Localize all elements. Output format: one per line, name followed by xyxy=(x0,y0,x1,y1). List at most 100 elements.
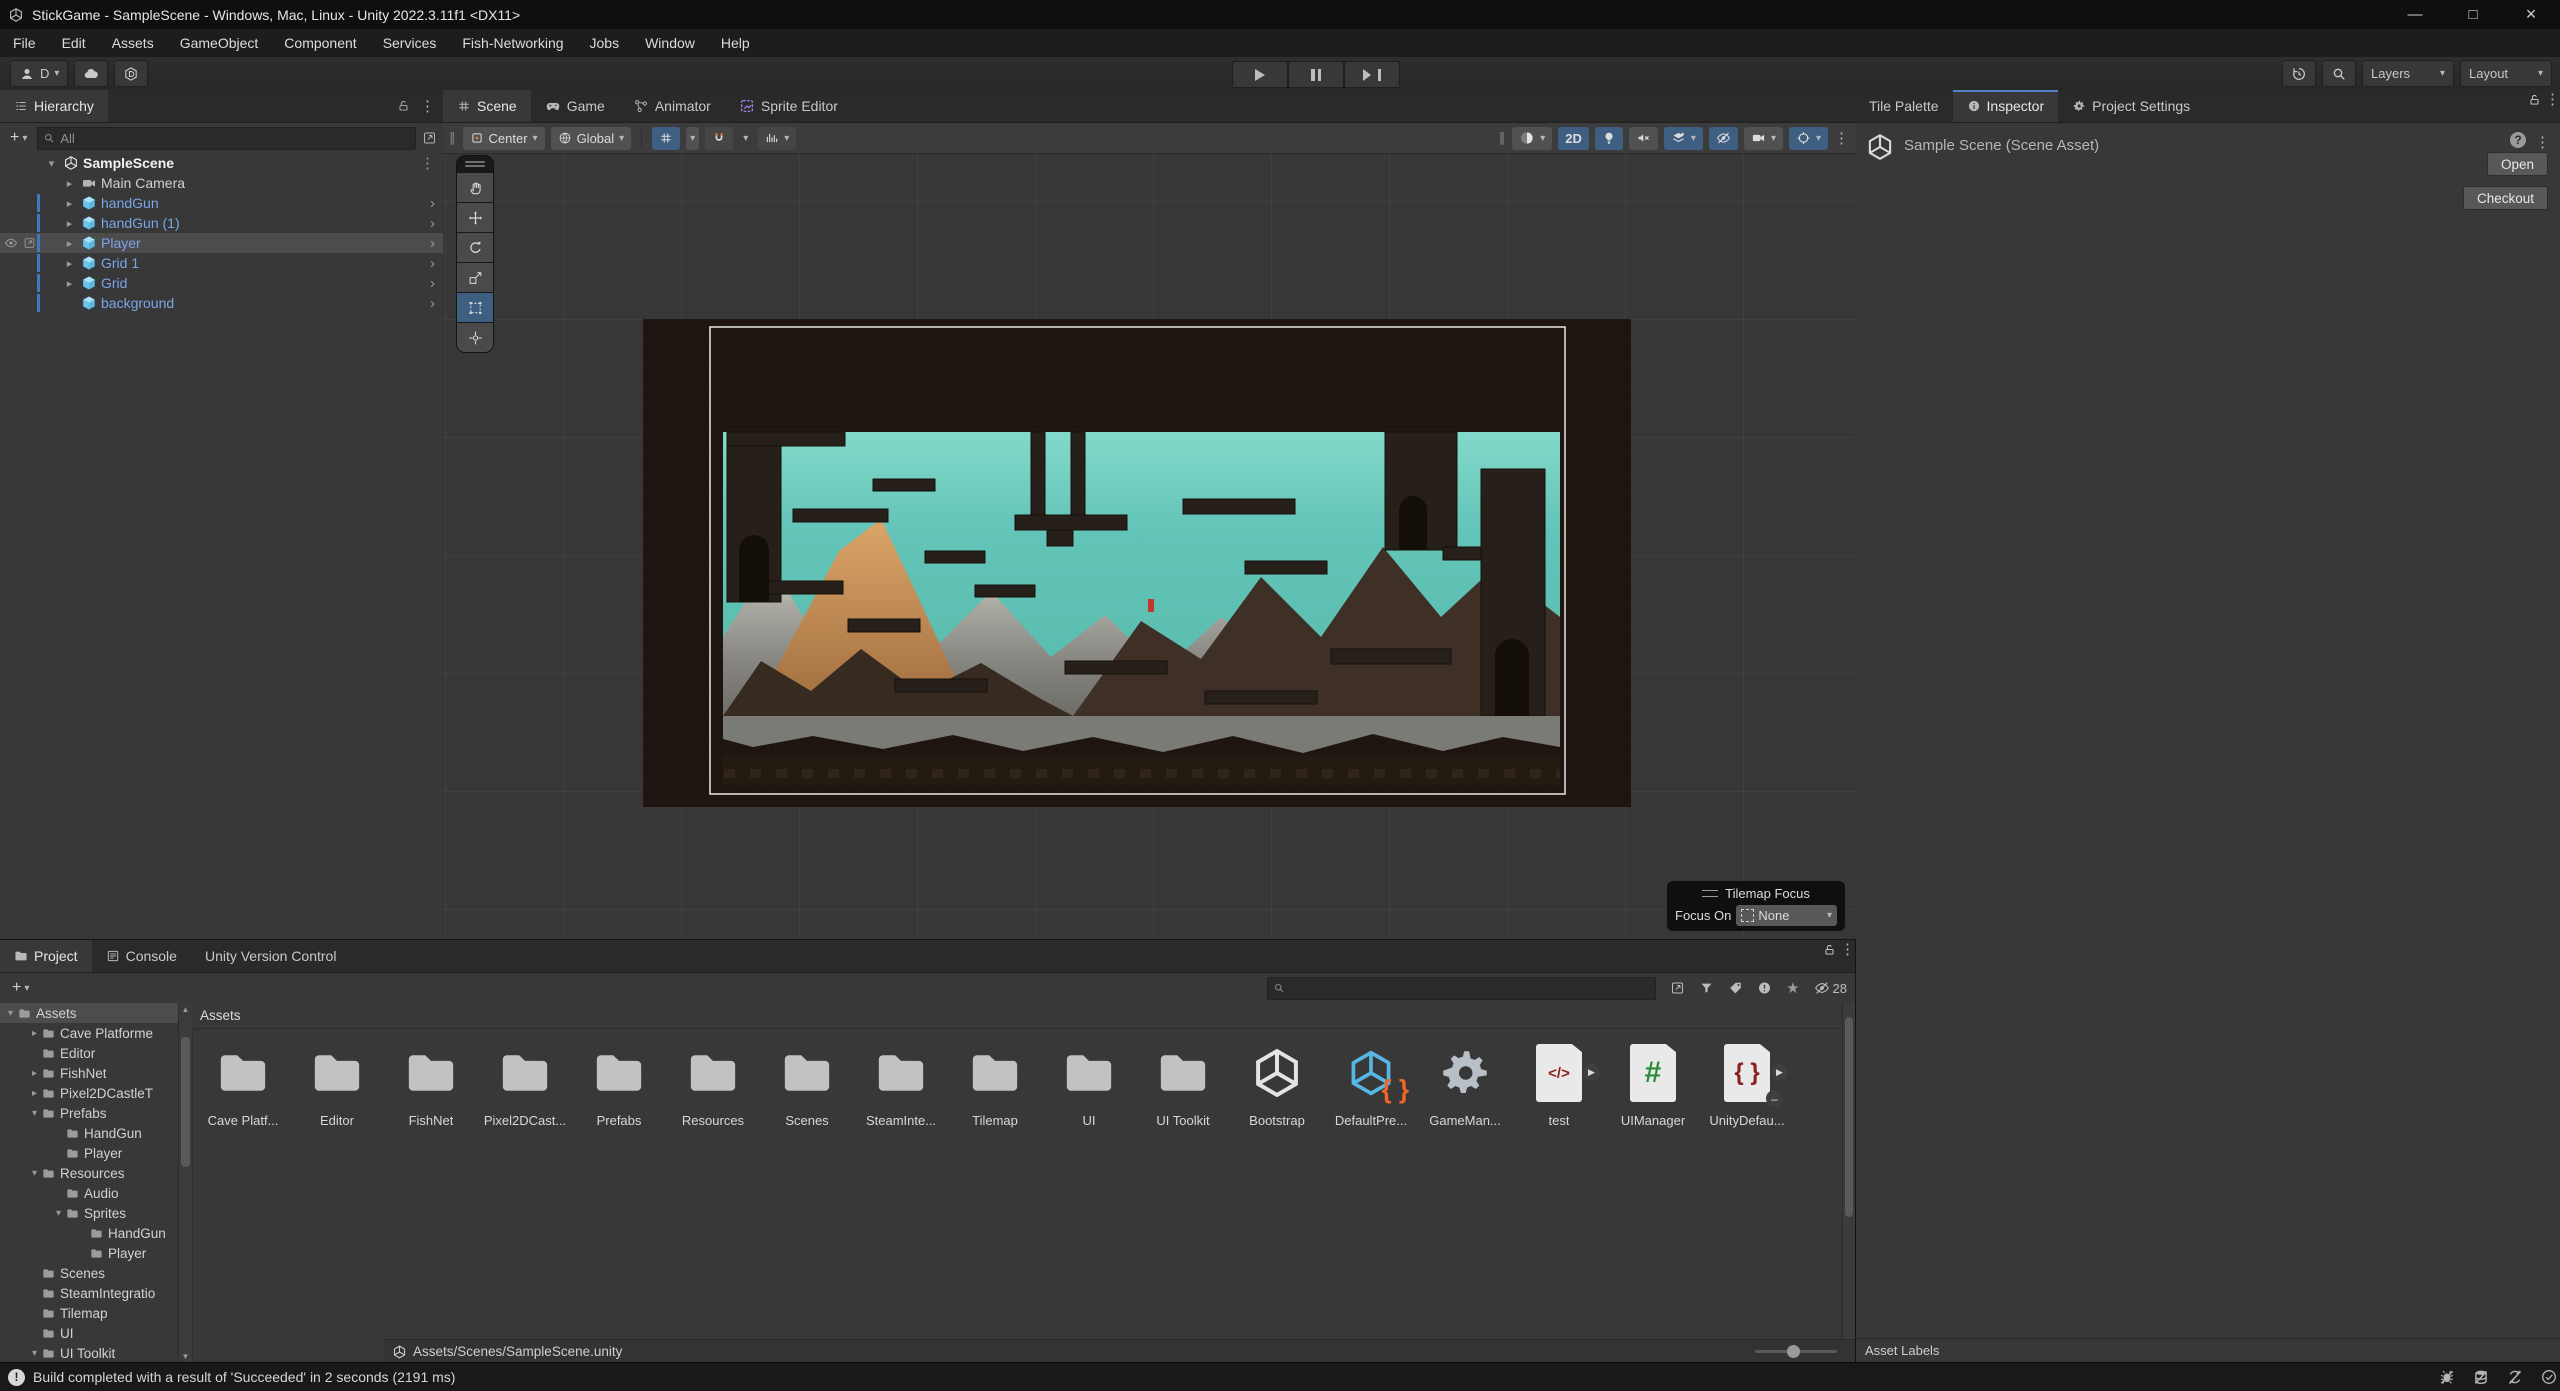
thumbnail-zoom-slider[interactable] xyxy=(1755,1350,1837,1353)
inspector-tab[interactable]: Inspector xyxy=(1953,90,2059,122)
prefab-chevron-icon[interactable]: › xyxy=(430,255,443,272)
asset-tile[interactable]: { } ▶ – UnityDefau... xyxy=(1700,1033,1794,1128)
hierarchy-row[interactable]: ▸ Main Camera xyxy=(0,173,443,193)
menu-item[interactable]: Jobs xyxy=(577,29,633,57)
open-in-search-window-icon[interactable] xyxy=(1670,980,1685,996)
expand-badge[interactable]: ▶ xyxy=(1771,1064,1788,1081)
asset-tile[interactable]: GameMan... xyxy=(1418,1033,1512,1128)
hierarchy-row[interactable]: ▾ SampleScene ⋮ xyxy=(0,153,443,173)
tree-row[interactable]: ▾ Sprites xyxy=(0,1203,178,1223)
scene-view-tab[interactable]: Scene xyxy=(443,90,531,122)
asset-tile[interactable]: Cave Platf... xyxy=(196,1033,290,1128)
account-button[interactable]: D ▾ xyxy=(10,60,68,87)
toolbar-drag-handle[interactable]: ∥ xyxy=(1499,130,1507,146)
scroll-down-arrow[interactable]: ▼ xyxy=(179,1352,192,1361)
asset-tile[interactable]: Pixel2DCast... xyxy=(478,1033,572,1128)
lock-icon[interactable] xyxy=(1823,942,1836,958)
menu-item[interactable]: Help xyxy=(708,29,763,57)
menu-item[interactable]: Services xyxy=(370,29,450,57)
asset-labels-section[interactable]: Asset Labels xyxy=(1855,1338,2560,1362)
maximize-button[interactable]: □ xyxy=(2444,0,2502,29)
tree-row[interactable]: ▾ Resources xyxy=(0,1163,178,1183)
overlay-drag-handle[interactable] xyxy=(457,156,493,172)
tree-row[interactable]: ▸ FishNet xyxy=(0,1063,178,1083)
open-button[interactable]: Open xyxy=(2487,152,2548,176)
tree-row[interactable]: ▸ Pixel2DCastleT xyxy=(0,1083,178,1103)
slider-knob[interactable] xyxy=(1787,1345,1800,1358)
tree-row[interactable]: ▾ UI Toolkit xyxy=(0,1343,178,1363)
status-message[interactable]: Build completed with a result of 'Succee… xyxy=(33,1369,455,1385)
project-search-input[interactable] xyxy=(1267,977,1656,1000)
search-by-type-icon[interactable] xyxy=(1699,980,1714,996)
hierarchy-row[interactable]: ▸ Grid › xyxy=(0,273,443,293)
project-tab[interactable]: Unity Version Control xyxy=(191,940,351,972)
play-button[interactable] xyxy=(1232,61,1288,88)
tree-row[interactable]: UI xyxy=(0,1323,178,1343)
expand-triangle[interactable]: ▾ xyxy=(28,1348,41,1359)
asset-tile[interactable]: UI Toolkit xyxy=(1136,1033,1230,1128)
handle-space-dropdown[interactable]: Global ▾ xyxy=(551,127,632,150)
scene-lighting-button[interactable] xyxy=(1595,127,1623,150)
tree-row[interactable]: ▾ Assets xyxy=(0,1003,178,1023)
expand-triangle[interactable]: ▸ xyxy=(62,177,77,190)
expand-badge[interactable]: ▶ xyxy=(1583,1064,1600,1081)
asset-tile[interactable]: # UIManager xyxy=(1606,1033,1700,1128)
tree-row[interactable]: Player xyxy=(0,1243,178,1263)
panel-menu-icon[interactable]: ⋮ xyxy=(1840,941,1855,958)
menu-item[interactable]: Component xyxy=(271,29,369,57)
search-button[interactable] xyxy=(2322,60,2356,87)
shading-mode-dropdown[interactable]: ▾ xyxy=(1512,127,1552,150)
menu-item[interactable]: Assets xyxy=(99,29,167,57)
project-tab[interactable]: Console xyxy=(92,940,191,972)
prefab-chevron-icon[interactable]: › xyxy=(430,235,443,252)
asset-tile[interactable]: Editor xyxy=(290,1033,384,1128)
scrollbar-thumb[interactable] xyxy=(181,1037,190,1167)
asset-tile[interactable]: Bootstrap xyxy=(1230,1033,1324,1128)
scene-view-tab[interactable]: Animator xyxy=(619,90,725,122)
grid-scrollbar[interactable] xyxy=(1842,1003,1855,1339)
lock-icon[interactable] xyxy=(2528,92,2541,108)
asset-tile[interactable]: Tilemap xyxy=(948,1033,1042,1128)
asset-tile[interactable]: Prefabs xyxy=(572,1033,666,1128)
undo-history-button[interactable] xyxy=(2282,60,2316,87)
asset-tile[interactable]: FishNet xyxy=(384,1033,478,1128)
panel-menu-icon[interactable]: ⋮ xyxy=(2545,91,2560,108)
hierarchy-row[interactable]: background › xyxy=(0,293,443,313)
asset-tile[interactable]: </> ▶ test xyxy=(1512,1033,1606,1128)
tree-row[interactable]: ▸ Cave Platforme xyxy=(0,1023,178,1043)
project-tab[interactable]: Project xyxy=(0,940,92,972)
create-object-button[interactable]: + ▾ xyxy=(6,129,31,147)
move-tool-button[interactable] xyxy=(457,203,493,232)
expand-triangle[interactable]: ▸ xyxy=(28,1028,41,1039)
layout-dropdown[interactable]: Layout ▾ xyxy=(2460,60,2552,87)
tree-row[interactable]: Player xyxy=(0,1143,178,1163)
tree-row[interactable]: HandGun xyxy=(0,1123,178,1143)
asset-tile[interactable]: Scenes xyxy=(760,1033,854,1128)
hierarchy-row[interactable]: ▸ Player › xyxy=(0,233,443,253)
tree-row[interactable]: SteamIntegratio xyxy=(0,1283,178,1303)
menu-item[interactable]: Edit xyxy=(49,29,99,57)
camera-settings-dropdown[interactable]: ▾ xyxy=(1744,127,1783,150)
scene-menu-icon[interactable]: ⋮ xyxy=(420,154,443,172)
layers-dropdown[interactable]: Layers ▾ xyxy=(2362,60,2454,87)
scene-viewport[interactable]: Tilemap Focus Focus On None ▾ xyxy=(443,154,1855,939)
audio-mute-button[interactable] xyxy=(1629,127,1658,150)
search-by-label-icon[interactable] xyxy=(1728,980,1743,996)
cache-server-disabled-icon[interactable] xyxy=(2472,1368,2490,1386)
expand-triangle[interactable]: ▸ xyxy=(62,237,77,250)
scene-menu-icon[interactable]: ⋮ xyxy=(1834,129,1849,147)
asset-tile[interactable]: { } DefaultPre... xyxy=(1324,1033,1418,1128)
inspector-tab[interactable]: Project Settings xyxy=(2058,90,2204,122)
search-alerts-icon[interactable] xyxy=(1757,980,1772,996)
pick-icon[interactable] xyxy=(23,235,36,251)
tree-row[interactable]: ▾ Prefabs xyxy=(0,1103,178,1123)
tree-row[interactable]: Audio xyxy=(0,1183,178,1203)
menu-item[interactable]: Window xyxy=(632,29,708,57)
eye-icon[interactable] xyxy=(4,235,18,251)
scene-view-tab[interactable]: Game xyxy=(531,90,619,122)
minimize-button[interactable]: — xyxy=(2386,0,2444,29)
grid-options-dropdown[interactable]: ▾ xyxy=(686,127,699,150)
prefab-chevron-icon[interactable]: › xyxy=(430,215,443,232)
asset-tile[interactable]: Resources xyxy=(666,1033,760,1128)
prefab-chevron-icon[interactable]: › xyxy=(430,195,443,212)
